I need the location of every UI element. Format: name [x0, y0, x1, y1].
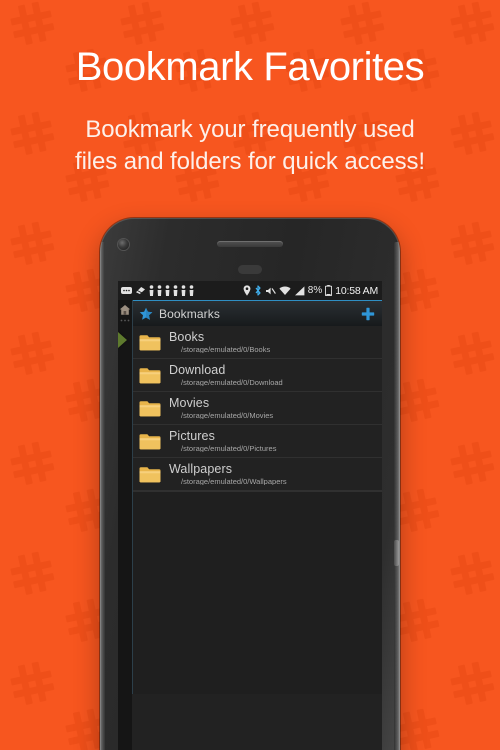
cell-signal-icon	[294, 285, 305, 295]
promo-subtitle-line-2: files and folders for quick access!	[75, 148, 425, 176]
list-item[interactable]: Books /storage/emulated/0/Books	[133, 326, 382, 359]
bluetooth-icon	[255, 285, 261, 296]
notification-person-icon	[157, 285, 162, 296]
list-item-texts: Wallpapers /storage/emulated/0/Wallpaper…	[169, 463, 376, 485]
folder-icon	[139, 334, 161, 350]
left-rail	[118, 300, 132, 750]
list-item-texts: Movies /storage/emulated/0/Movies	[169, 397, 376, 419]
phone-screen: 8% 10:58 AM Back	[118, 281, 382, 750]
status-bar-clock: 10:58 AM	[335, 284, 378, 297]
drawer-pull-tab-icon[interactable]	[118, 332, 127, 348]
panel-overlay-mask	[132, 694, 382, 750]
folder-icon	[139, 466, 161, 482]
bookmark-path: /storage/emulated/0/Wallpapers	[181, 477, 287, 485]
bookmarks-list: Books /storage/emulated/0/Books Download…	[133, 326, 382, 491]
wifi-icon	[279, 286, 291, 295]
notification-person-icon	[149, 285, 154, 296]
bookmark-name: Pictures	[169, 430, 215, 443]
list-item[interactable]: Download /storage/emulated/0/Download	[133, 359, 382, 392]
bookmark-name: Wallpapers	[169, 463, 233, 476]
notification-person-icon	[189, 285, 194, 296]
app-body: Back Preferences	[118, 300, 382, 750]
bookmark-path: /storage/emulated/0/Download	[181, 378, 283, 386]
promo-banner: Bookmark Favorites Bookmark your frequen…	[0, 0, 500, 750]
location-pin-icon	[243, 285, 251, 296]
battery-icon	[325, 285, 333, 296]
earpiece-speaker	[217, 241, 283, 247]
list-item-texts: Books /storage/emulated/0/Books	[169, 331, 376, 353]
bookmark-path: /storage/emulated/0/Books	[181, 345, 271, 353]
folder-icon	[139, 400, 161, 416]
sms-message-icon	[121, 287, 132, 294]
promo-subtitle: Bookmark your frequently used files and …	[0, 89, 500, 178]
phone-edge-left	[100, 242, 105, 750]
folder-icon	[139, 367, 161, 383]
list-bottom-divider	[133, 491, 382, 492]
promo-subtitle-line-1: Bookmark your frequently used	[85, 116, 415, 144]
folder-icon	[139, 433, 161, 449]
front-camera-icon	[118, 239, 129, 250]
notification-person-icon	[165, 285, 170, 296]
phone-edge-right	[394, 242, 400, 750]
plus-icon[interactable]	[361, 307, 375, 321]
rail-dots-icon	[120, 319, 130, 322]
star-icon	[139, 307, 153, 320]
phone-mockup: 8% 10:58 AM Back	[100, 218, 400, 750]
status-bar-right-icons: 8% 10:58 AM	[243, 285, 378, 297]
status-bar-left-icons	[121, 285, 243, 296]
notification-person-icon	[181, 285, 186, 296]
mute-volume-off-icon	[265, 287, 276, 294]
bookmark-path: /storage/emulated/0/Pictures	[181, 444, 277, 452]
bookmarks-panel: Bookmarks Books /storage/emulated/0/Book…	[132, 300, 382, 750]
list-item-texts: Download /storage/emulated/0/Download	[169, 364, 376, 386]
list-item-texts: Pictures /storage/emulated/0/Pictures	[169, 430, 376, 452]
bookmark-name: Movies	[169, 397, 210, 410]
bookmark-name: Books	[169, 331, 205, 344]
list-item[interactable]: Movies /storage/emulated/0/Movies	[133, 392, 382, 425]
proximity-sensor	[238, 265, 262, 274]
list-item[interactable]: Pictures /storage/emulated/0/Pictures	[133, 425, 382, 458]
notification-person-icon	[173, 285, 178, 296]
power-button[interactable]	[394, 540, 399, 566]
battery-percent-label: 8%	[307, 285, 323, 296]
home-icon[interactable]	[119, 304, 131, 316]
page-title: Bookmark Favorites	[75, 45, 425, 89]
bookmarks-title: Bookmarks	[159, 306, 220, 321]
list-item[interactable]: Wallpapers /storage/emulated/0/Wallpaper…	[133, 458, 382, 491]
headline-block: Bookmark Favorites Bookmark your frequen…	[0, 0, 500, 178]
eraser-icon	[136, 287, 145, 294]
bookmark-path: /storage/emulated/0/Movies	[181, 411, 274, 419]
bookmarks-header: Bookmarks	[133, 300, 382, 326]
status-bar: 8% 10:58 AM	[118, 281, 382, 300]
bookmark-name: Download	[169, 364, 226, 377]
